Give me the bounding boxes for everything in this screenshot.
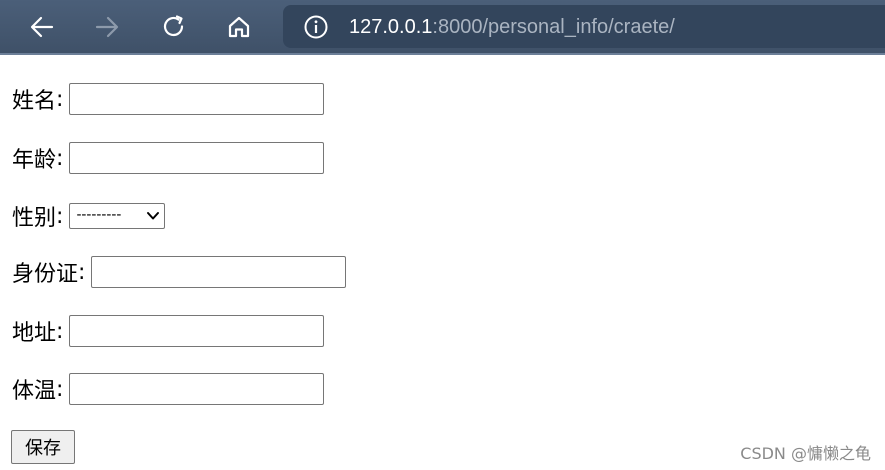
gender-label: 性别 (12, 206, 57, 231)
age-input[interactable] (69, 142, 325, 174)
page-content: 姓名: 年龄: 性别: --------- 身份证: 地址: 体温: 保存 CS… (0, 57, 885, 470)
home-button[interactable] (221, 9, 257, 45)
gender-select[interactable]: --------- (69, 203, 166, 229)
id-card-label: 身份证 (12, 262, 79, 287)
id-card-input[interactable] (91, 256, 347, 288)
save-button[interactable]: 保存 (11, 430, 75, 464)
browser-toolbar: 127.0.0.1:8000/personal_info/craete/ (0, 0, 885, 55)
gender-colon: : (56, 203, 64, 229)
back-button[interactable] (24, 9, 60, 45)
home-icon (228, 16, 250, 38)
url-path: :8000/personal_info/craete/ (432, 16, 675, 38)
age-row: 年龄: (12, 141, 325, 175)
age-colon: : (56, 145, 64, 171)
name-row: 姓名: (12, 82, 325, 116)
chevron-down-icon (147, 212, 160, 220)
name-colon: : (56, 86, 64, 112)
url-host: 127.0.0.1 (349, 16, 433, 38)
address-row: 地址: (12, 314, 325, 348)
address-label: 地址 (12, 321, 57, 346)
reload-button[interactable] (156, 9, 192, 45)
url-text[interactable]: 127.0.0.1:8000/personal_info/craete/ (349, 14, 675, 40)
id-card-colon: : (78, 259, 86, 285)
address-input[interactable] (69, 315, 325, 347)
address-colon: : (56, 318, 64, 344)
csdn-watermark: CSDN @慵懒之龟 (740, 444, 871, 463)
temperature-label: 体温 (12, 379, 57, 404)
id-card-row: 身份证: (12, 255, 347, 289)
reload-icon (163, 15, 184, 37)
gender-row: 性别: --------- (12, 199, 166, 233)
gender-select-value: --------- (76, 206, 122, 223)
name-input[interactable] (69, 83, 325, 115)
name-label: 姓名 (12, 89, 57, 114)
arrow-left-icon (30, 16, 54, 38)
age-label: 年龄 (12, 148, 57, 173)
arrow-right-icon (95, 16, 119, 38)
temperature-row: 体温: (12, 372, 325, 406)
temperature-colon: : (56, 376, 64, 402)
address-bar[interactable]: 127.0.0.1:8000/personal_info/craete/ (283, 5, 885, 48)
forward-button[interactable] (89, 9, 125, 45)
info-icon[interactable] (303, 14, 329, 40)
temperature-input[interactable] (69, 373, 325, 405)
